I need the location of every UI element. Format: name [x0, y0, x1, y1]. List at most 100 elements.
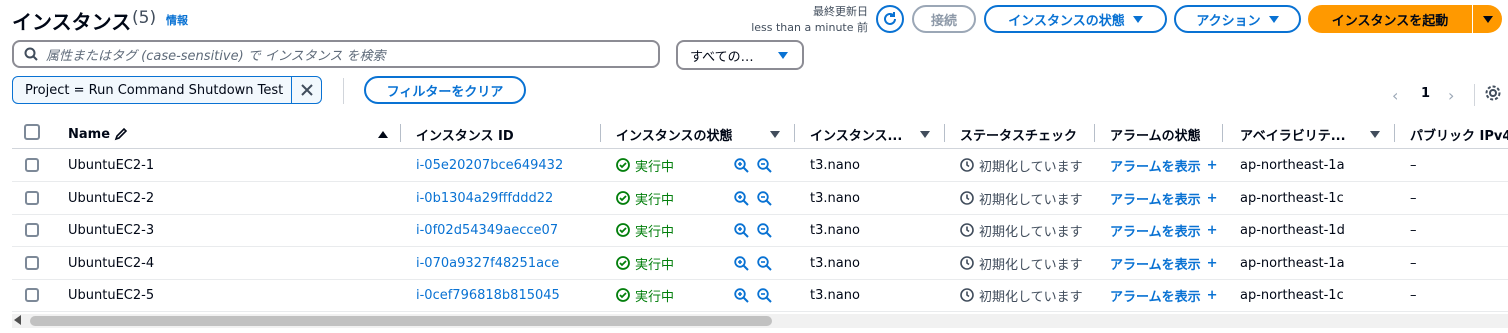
instance-id-link[interactable]: i-070a9327f48251ace [416, 247, 559, 279]
connect-button[interactable]: 接続 [912, 5, 976, 33]
instance-id-link[interactable]: i-0cef796818b815045 [416, 279, 560, 311]
row-checkbox[interactable] [25, 256, 39, 270]
plus-icon[interactable]: + [1207, 223, 1218, 238]
column-header-instance-state[interactable]: インスタンスの状態 [616, 120, 780, 148]
instance-id-link[interactable]: i-05e20207bce649432 [416, 149, 563, 181]
caret-down-icon[interactable] [770, 130, 780, 138]
instance-type: t3.nano [810, 255, 860, 271]
column-header-alarm-status[interactable]: アラームの状態 [1110, 120, 1201, 148]
clock-icon [960, 223, 974, 237]
table-row[interactable]: UbuntuEC2-1 i-05e20207bce649432 実行中 t3.n… [0, 149, 1508, 181]
column-divider[interactable] [400, 124, 401, 142]
column-instance-type-label: インスタンス... [810, 128, 903, 144]
search-scope-value: すべての… [690, 49, 754, 65]
zoom-in-icon[interactable] [734, 287, 749, 303]
plus-icon[interactable]: + [1207, 288, 1218, 303]
search-scope-select[interactable]: すべての… [676, 40, 804, 70]
zoom-in-icon[interactable] [734, 222, 749, 238]
scroll-left-arrow-icon[interactable] [14, 315, 21, 325]
instance-id-link[interactable]: i-0b1304a29fffddd22 [416, 182, 553, 214]
column-divider[interactable] [1094, 124, 1095, 142]
row-checkbox[interactable] [25, 191, 39, 205]
column-divider[interactable] [794, 124, 795, 142]
public-ipv4: – [1410, 255, 1417, 271]
zoom-out-icon[interactable] [757, 222, 772, 238]
zoom-controls [734, 279, 772, 311]
column-header-availability-zone[interactable]: アベイラビリテ... [1240, 120, 1380, 148]
zoom-out-icon[interactable] [757, 255, 772, 271]
instance-name: UbuntuEC2-5 [68, 287, 155, 303]
sort-ascending-icon[interactable] [378, 130, 388, 138]
table-row[interactable]: UbuntuEC2-2 i-0b1304a29fffddd22 実行中 t3.n… [0, 182, 1508, 214]
search-placeholder: 属性またはタグ (case-sensitive) で インスタンス を検索 [46, 48, 386, 64]
column-header-name[interactable]: Name [68, 120, 388, 148]
previous-page-button[interactable]: ‹ [1392, 86, 1398, 105]
table-row[interactable]: UbuntuEC2-4 i-070a9327f48251ace 実行中 t3.n… [0, 247, 1508, 279]
plus-icon[interactable]: + [1207, 191, 1218, 206]
info-link[interactable]: 情報 [166, 12, 188, 28]
instance-state-button[interactable]: インスタンスの状態 [984, 5, 1167, 33]
column-alarm-status-label: アラームの状態 [1110, 128, 1201, 144]
check-circle-icon [616, 288, 630, 302]
instance-id-link[interactable]: i-0f02d54349aecce07 [416, 214, 558, 246]
column-header-instance-type[interactable]: インスタンス... [810, 120, 930, 148]
caret-down-icon[interactable] [1370, 130, 1380, 138]
launch-instances-button[interactable]: インスタンスを起動 [1308, 5, 1472, 33]
actions-label: アクション [1196, 13, 1261, 29]
column-divider[interactable] [1222, 124, 1223, 142]
zoom-in-icon[interactable] [734, 255, 749, 271]
column-instance-id-label: インスタンス ID [416, 128, 514, 144]
page-number[interactable]: 1 [1421, 86, 1430, 101]
refresh-button[interactable] [876, 5, 904, 33]
view-alarms-link[interactable]: アラームを表示 + [1110, 149, 1218, 181]
column-header-public-ipv4[interactable]: パブリック IPv4 [1410, 120, 1508, 148]
view-alarms-link[interactable]: アラームを表示 + [1110, 214, 1218, 246]
zoom-in-icon[interactable] [734, 190, 749, 206]
column-divider[interactable] [944, 124, 945, 142]
row-checkbox[interactable] [25, 158, 39, 172]
row-checkbox[interactable] [25, 288, 39, 302]
instance-name: UbuntuEC2-1 [68, 157, 155, 173]
instance-type: t3.nano [810, 222, 860, 238]
clear-filters-button[interactable]: フィルターをクリア [364, 76, 526, 104]
preferences-button[interactable] [1484, 84, 1502, 106]
scrollbar-thumb[interactable] [30, 316, 772, 326]
status-check-text: 初期化しています [979, 257, 1083, 273]
view-alarms-link[interactable]: アラームを表示 + [1110, 247, 1218, 279]
zoom-out-icon[interactable] [757, 287, 772, 303]
column-status-check-label: ステータスチェック [960, 128, 1078, 144]
plus-icon[interactable]: + [1207, 256, 1218, 271]
zoom-out-icon[interactable] [757, 157, 772, 173]
column-divider[interactable] [1394, 124, 1395, 142]
select-all-checkbox[interactable] [24, 124, 40, 140]
clock-icon [960, 256, 974, 270]
zoom-in-icon[interactable] [734, 157, 749, 173]
table-row[interactable]: UbuntuEC2-3 i-0f02d54349aecce07 実行中 t3.n… [0, 214, 1508, 246]
table-row[interactable]: UbuntuEC2-5 i-0cef796818b815045 実行中 t3.n… [0, 279, 1508, 311]
row-checkbox[interactable] [25, 223, 39, 237]
zoom-controls [734, 149, 772, 181]
launch-dropdown-button[interactable] [1472, 5, 1502, 33]
edit-icon [114, 127, 128, 141]
view-alarms-link[interactable]: アラームを表示 + [1110, 279, 1218, 311]
column-divider[interactable] [600, 124, 601, 142]
remove-filter-button[interactable] [291, 77, 321, 103]
next-page-button[interactable]: › [1448, 86, 1454, 105]
check-circle-icon [616, 223, 630, 237]
caret-down-icon[interactable] [920, 130, 930, 138]
actions-button[interactable]: アクション [1174, 5, 1301, 33]
column-header-instance-id[interactable]: インスタンス ID [416, 120, 514, 148]
view-alarms-label: アラームを表示 [1110, 289, 1201, 305]
zoom-out-icon[interactable] [757, 190, 772, 206]
status-check: 初期化しています [960, 182, 1090, 214]
availability-zone: ap-northeast-1a [1240, 157, 1345, 173]
column-instance-state-label: インスタンスの状態 [616, 128, 733, 144]
column-header-status-check[interactable]: ステータスチェック [960, 120, 1080, 148]
plus-icon[interactable]: + [1207, 158, 1218, 173]
filter-token-label: Project = Run Command Shutdown Test [25, 82, 284, 98]
gear-icon [1485, 85, 1501, 101]
connect-label: 接続 [930, 13, 957, 29]
view-alarms-link[interactable]: アラームを表示 + [1110, 182, 1218, 214]
search-input[interactable]: 属性またはタグ (case-sensitive) で インスタンス を検索 [12, 40, 660, 68]
divider [343, 78, 344, 104]
